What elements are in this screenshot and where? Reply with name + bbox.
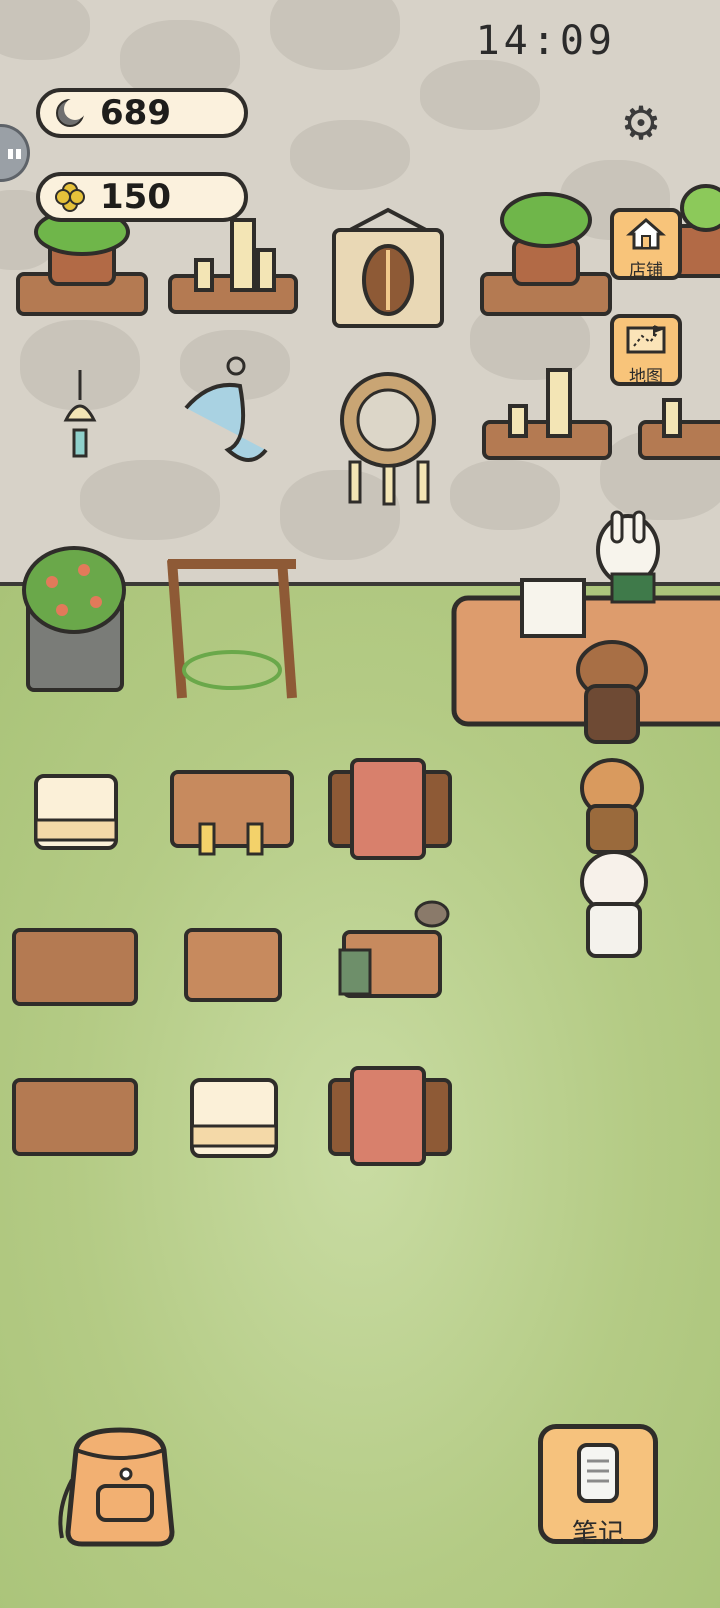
seat-cream-2	[190, 1078, 278, 1158]
table-wood-1	[170, 770, 294, 856]
map-icon	[626, 325, 666, 354]
shop-button[interactable]: 店铺	[610, 208, 682, 281]
clover-currency-counter: 150	[36, 172, 248, 222]
notes-button[interactable]: 笔记	[538, 1424, 658, 1549]
candle-shelf-2	[482, 368, 720, 460]
notes-button-label: 笔记	[571, 1519, 624, 1549]
four-leaf-clover-icon	[55, 182, 85, 212]
notebook-icon	[577, 1443, 619, 1503]
seahorse-ornament	[184, 356, 268, 462]
settings-gear-icon[interactable]: ⚙	[618, 100, 664, 146]
table-wood-3	[184, 928, 282, 1002]
game-scene: 14:09 ⚙ 689 150 店铺 地图 笔记	[0, 0, 720, 1608]
moon-currency-counter: 689	[36, 88, 248, 138]
table-tea-set	[338, 900, 450, 998]
table-pink-1	[328, 758, 452, 860]
coffee-bean-sign	[332, 207, 444, 328]
flower-planter	[22, 546, 126, 692]
map-button[interactable]: 地图	[610, 314, 682, 387]
clock-display: 14:09	[475, 18, 616, 64]
seat-cream-1	[34, 774, 118, 850]
candle-shelf-1	[168, 218, 298, 314]
shop-button-label: 店铺	[629, 261, 663, 281]
table-wood-2	[12, 928, 138, 1006]
dreamcatcher	[340, 372, 436, 506]
plant-shelf-left	[16, 208, 148, 316]
table-wood-4	[12, 1078, 138, 1156]
clover-count: 150	[100, 177, 171, 217]
plant-shelf-right	[480, 184, 720, 316]
customer-queue	[576, 640, 648, 958]
cafe-floor	[12, 510, 720, 1166]
crescent-moon-icon	[56, 98, 86, 127]
wind-chime	[63, 370, 97, 458]
garden-swing	[167, 559, 297, 699]
backpack-icon[interactable]	[50, 1420, 190, 1550]
table-pink-2	[328, 1066, 452, 1166]
house-icon	[626, 218, 666, 250]
moon-count: 689	[100, 93, 171, 133]
map-button-label: 地图	[629, 367, 663, 387]
